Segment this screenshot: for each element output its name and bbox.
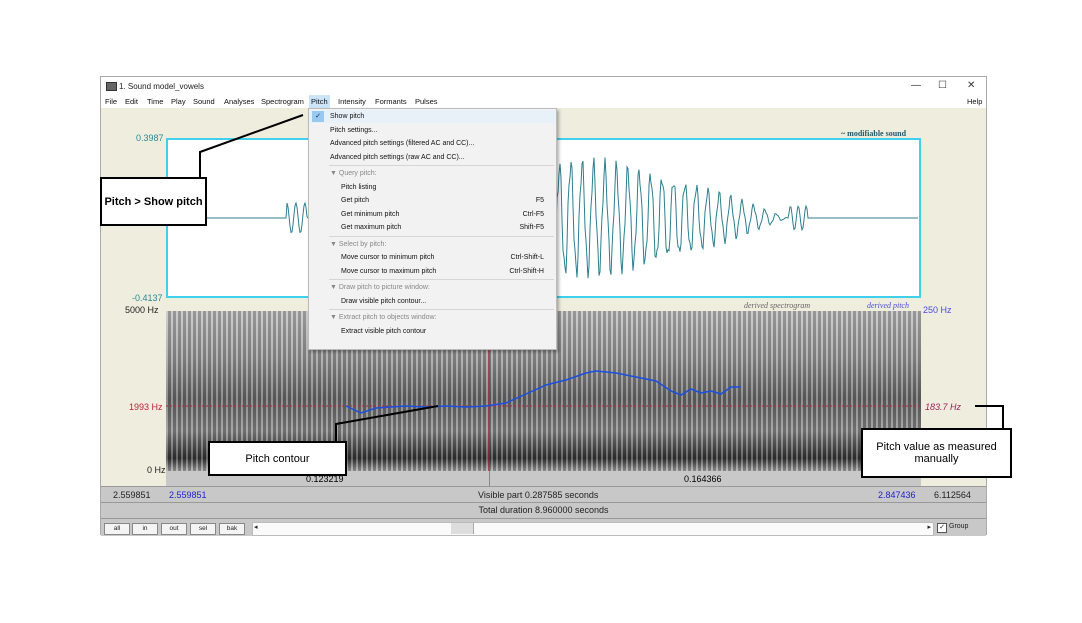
annotation-pitch-contour: Pitch contour bbox=[208, 441, 347, 476]
annotation-line-manual bbox=[975, 405, 1004, 428]
annotation-manual-pitch: Pitch value as measured manually bbox=[861, 428, 1012, 478]
annotation-line-show-pitch bbox=[199, 114, 304, 178]
annotation-line-contour bbox=[335, 405, 439, 442]
annotation-lines bbox=[199, 114, 1004, 442]
annotation-show-pitch: Pitch > Show pitch bbox=[100, 177, 207, 226]
